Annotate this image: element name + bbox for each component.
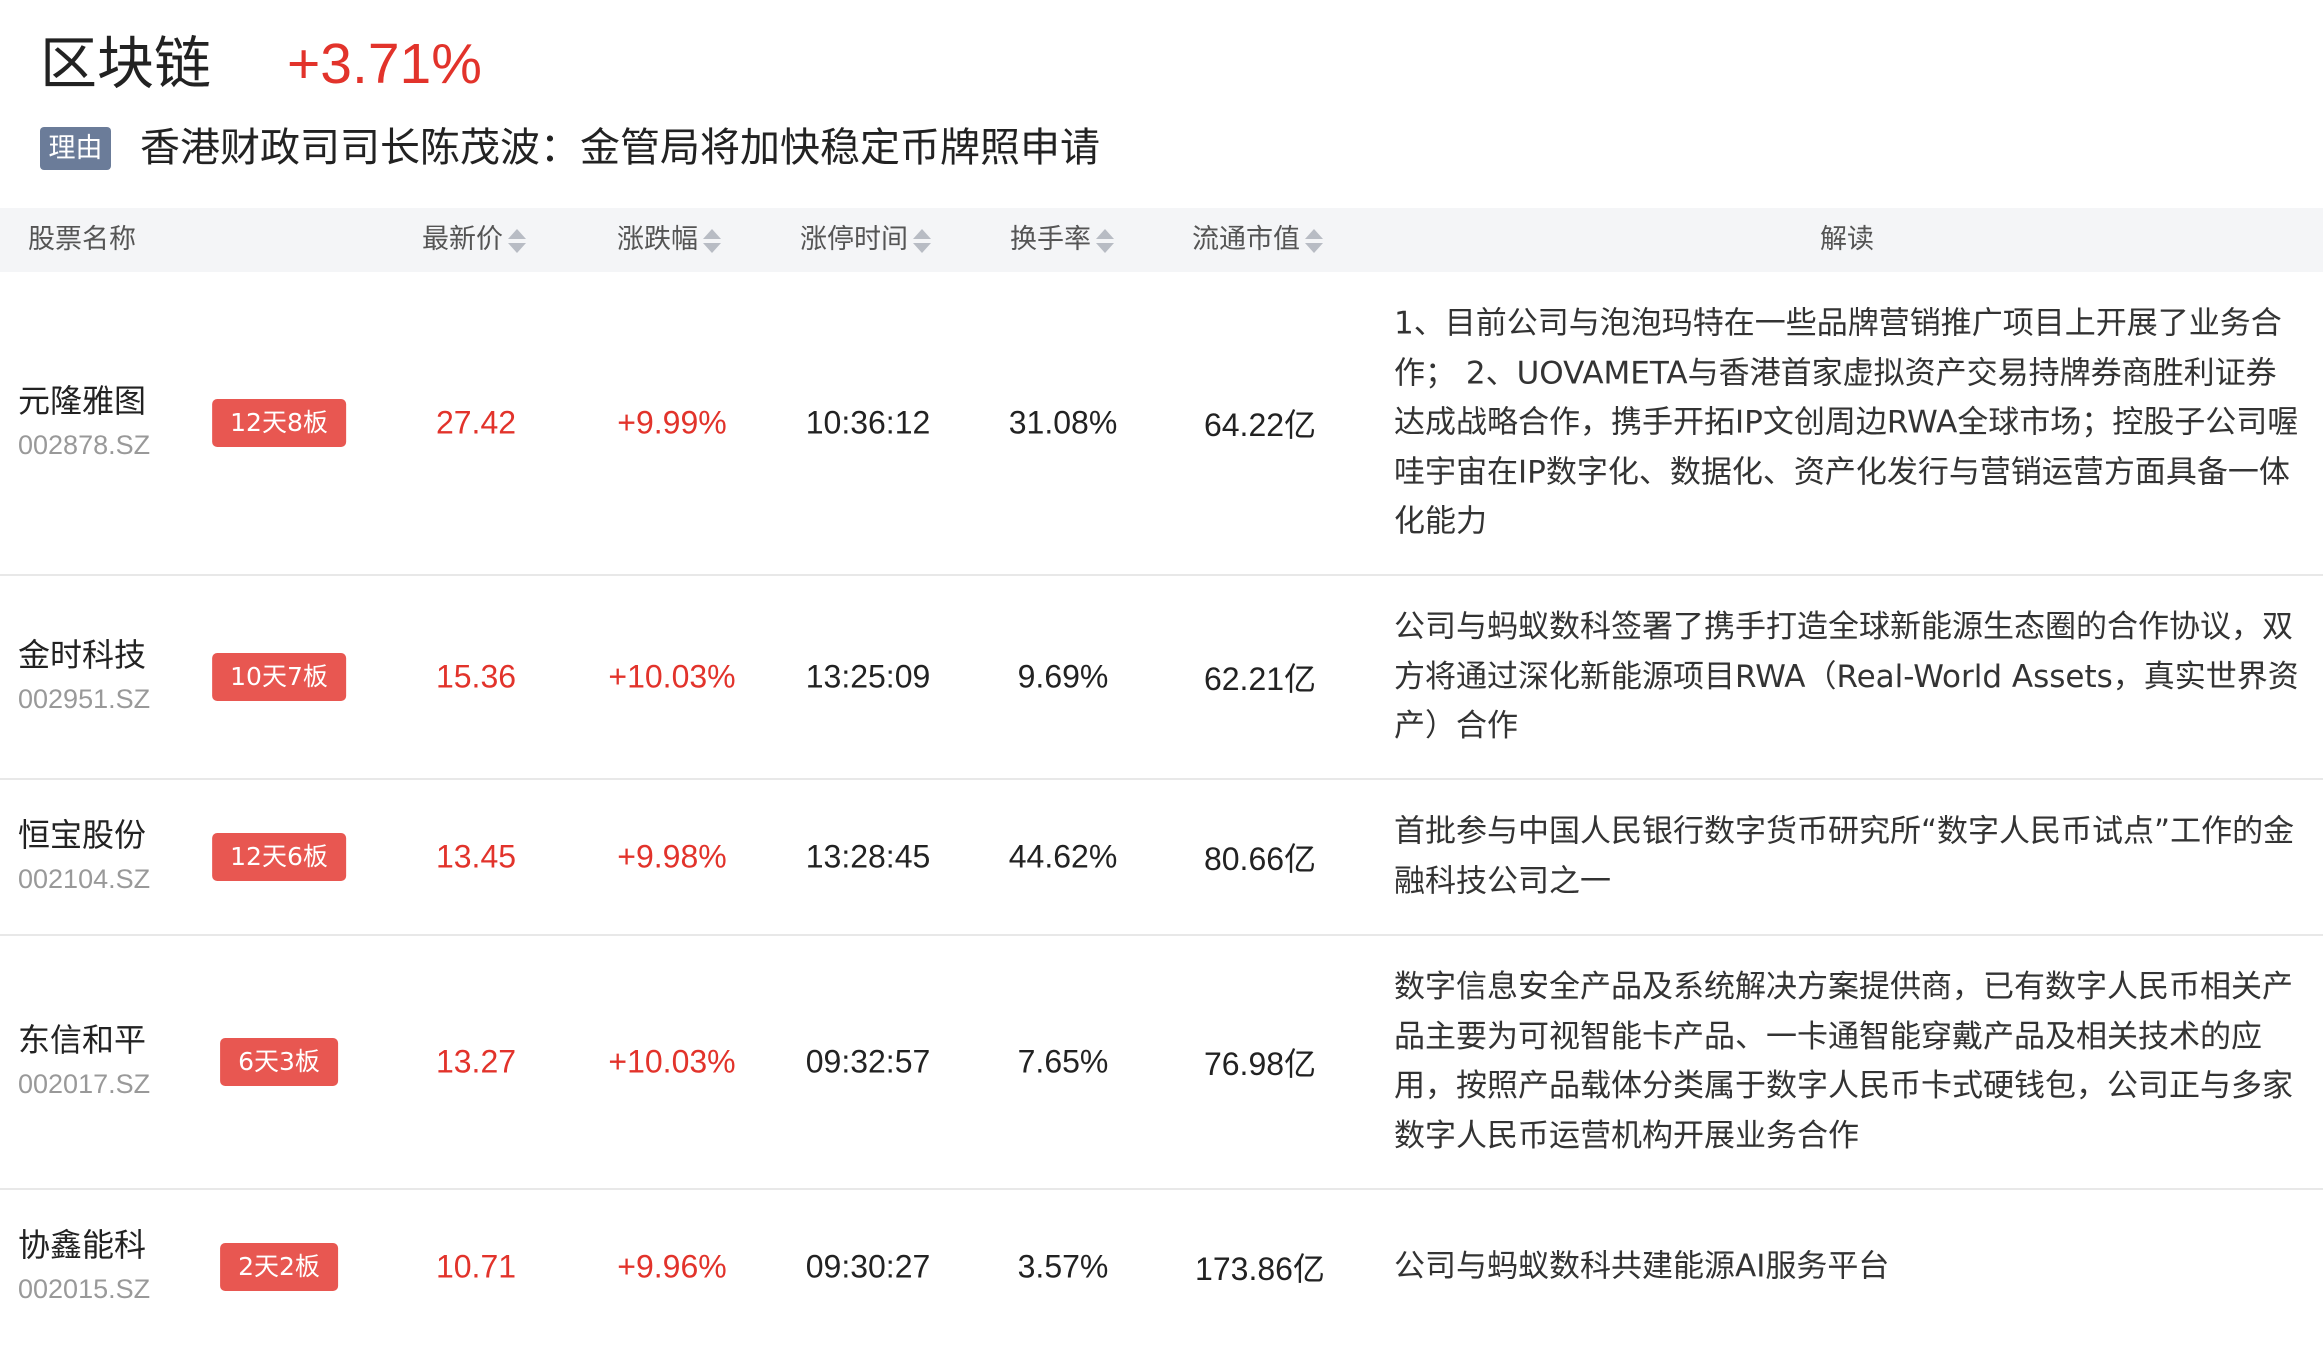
latest-price: 10.71 — [435, 1248, 517, 1285]
table-header: 股票名称 最新价 涨跌幅 涨停时间 换手率 流通市值 解读 — [0, 208, 2323, 272]
col-turnover-label: 换手率 — [1010, 224, 1091, 255]
col-interpretation-label: 解读 — [1820, 224, 1874, 255]
turnover-rate: 3.57% — [1017, 1248, 1109, 1285]
stock-name-cell[interactable]: 东信和平 002017.SZ — [18, 1018, 150, 1106]
stock-name-cell[interactable]: 元隆雅图 002878.SZ — [18, 379, 150, 467]
col-name-label: 股票名称 — [28, 224, 136, 255]
stock-name[interactable]: 协鑫能科 — [18, 1223, 150, 1267]
col-turnover-header[interactable]: 换手率 — [1010, 208, 1114, 272]
board-badge: 12天6板 — [212, 833, 346, 881]
col-change-header[interactable]: 涨跌幅 — [617, 208, 721, 272]
board-badge: 6天3板 — [220, 1038, 338, 1086]
latest-price: 13.45 — [435, 838, 517, 875]
col-price-header[interactable]: 最新价 — [422, 208, 526, 272]
reason-tag: 理由 — [40, 127, 111, 170]
interpretation-text: 1、目前公司与泡泡玛特在一些品牌营销推广项目上开展了业务合作； 2、UOVAME… — [1394, 305, 2299, 540]
sort-icon[interactable] — [508, 227, 526, 255]
stock-code: 002017.SZ — [18, 1069, 151, 1099]
table-row[interactable]: 金时科技 002951.SZ 10天7板 15.36 +10.03% 13:25… — [0, 576, 2323, 780]
change-percent: +9.96% — [617, 1248, 727, 1285]
interpretation-text: 数字信息安全产品及系统解决方案提供商，已有数字人民币相关产品主要为可视智能卡产品… — [1394, 969, 2293, 1154]
turnover-rate: 7.65% — [1017, 1043, 1109, 1080]
limit-up-time: 10:36:12 — [805, 404, 931, 441]
stock-code: 002104.SZ — [18, 864, 151, 894]
change-percent: +10.03% — [608, 658, 736, 695]
turnover-rate: 9.69% — [1017, 658, 1109, 695]
stock-name[interactable]: 东信和平 — [18, 1018, 150, 1062]
change-percent: +9.98% — [617, 838, 727, 875]
col-limit-time-label: 涨停时间 — [800, 224, 908, 255]
change-percent: +10.03% — [608, 1043, 736, 1080]
turnover-rate: 44.62% — [1008, 838, 1118, 875]
market-cap: 64.22亿 — [1203, 407, 1317, 443]
col-name-header: 股票名称 — [28, 208, 136, 272]
col-market-cap-header[interactable]: 流通市值 — [1192, 208, 1323, 272]
board-badge: 2天2板 — [220, 1243, 338, 1291]
col-limit-time-header[interactable]: 涨停时间 — [800, 208, 931, 272]
market-cap: 173.86亿 — [1195, 1251, 1325, 1287]
sort-icon[interactable] — [1096, 227, 1114, 255]
stock-name-cell[interactable]: 恒宝股份 002104.SZ — [18, 813, 150, 901]
change-percent: +9.99% — [617, 404, 727, 441]
latest-price: 13.27 — [435, 1043, 517, 1080]
turnover-rate: 31.08% — [1008, 404, 1118, 441]
sort-icon[interactable] — [913, 227, 931, 255]
table-row[interactable]: 元隆雅图 002878.SZ 12天8板 27.42 +9.99% 10:36:… — [0, 272, 2323, 576]
stock-name-cell[interactable]: 金时科技 002951.SZ — [18, 633, 150, 721]
stock-name[interactable]: 元隆雅图 — [18, 379, 150, 423]
market-cap: 80.66亿 — [1203, 841, 1317, 877]
sector-header: 区块链 +3.71% 理由 香港财政司司长陈茂波：金管局将加快稳定币牌照申请 — [0, 0, 2323, 208]
latest-price: 15.36 — [435, 658, 517, 695]
stock-code: 002951.SZ — [18, 684, 151, 714]
limit-up-time: 13:25:09 — [805, 658, 931, 695]
board-badge: 12天8板 — [212, 399, 346, 447]
interpretation-text: 首批参与中国人民银行数字货币研究所“数字人民币试点”工作的金融科技公司之一 — [1394, 813, 2295, 900]
col-change-label: 涨跌幅 — [617, 224, 698, 255]
interpretation-text: 公司与蚂蚁数科签署了携手打造全球新能源生态圈的合作协议，双方将通过深化新能源项目… — [1394, 608, 2299, 744]
stock-name[interactable]: 恒宝股份 — [18, 813, 150, 857]
sort-icon[interactable] — [703, 227, 721, 255]
col-price-label: 最新价 — [422, 224, 503, 255]
table-row[interactable]: 恒宝股份 002104.SZ 12天6板 13.45 +9.98% 13:28:… — [0, 780, 2323, 936]
limit-up-time: 09:30:27 — [805, 1248, 931, 1285]
board-badge: 10天7板 — [212, 653, 346, 701]
latest-price: 27.42 — [435, 404, 517, 441]
table-row[interactable]: 东信和平 002017.SZ 6天3板 13.27 +10.03% 09:32:… — [0, 936, 2323, 1190]
stock-code: 002015.SZ — [18, 1274, 151, 1304]
limit-up-time: 13:28:45 — [805, 838, 931, 875]
col-market-cap-label: 流通市值 — [1192, 224, 1300, 255]
limit-up-time: 09:32:57 — [805, 1043, 931, 1080]
sector-change: +3.71% — [287, 32, 482, 96]
sector-name: 区块链 — [40, 31, 211, 97]
table-row[interactable]: 协鑫能科 002015.SZ 2天2板 10.71 +9.96% 09:30:2… — [0, 1190, 2323, 1345]
stock-name[interactable]: 金时科技 — [18, 633, 150, 677]
stock-name-cell[interactable]: 协鑫能科 002015.SZ — [18, 1223, 150, 1311]
col-interpretation-header: 解读 — [1820, 208, 1874, 272]
reason-text: 香港财政司司长陈茂波：金管局将加快稳定币牌照申请 — [140, 125, 1100, 171]
market-cap: 76.98亿 — [1203, 1046, 1317, 1082]
interpretation-text: 公司与蚂蚁数科共建能源AI服务平台 — [1394, 1248, 1890, 1285]
sort-icon[interactable] — [1305, 227, 1323, 255]
market-cap: 62.21亿 — [1203, 661, 1317, 697]
stock-code: 002878.SZ — [18, 430, 151, 460]
